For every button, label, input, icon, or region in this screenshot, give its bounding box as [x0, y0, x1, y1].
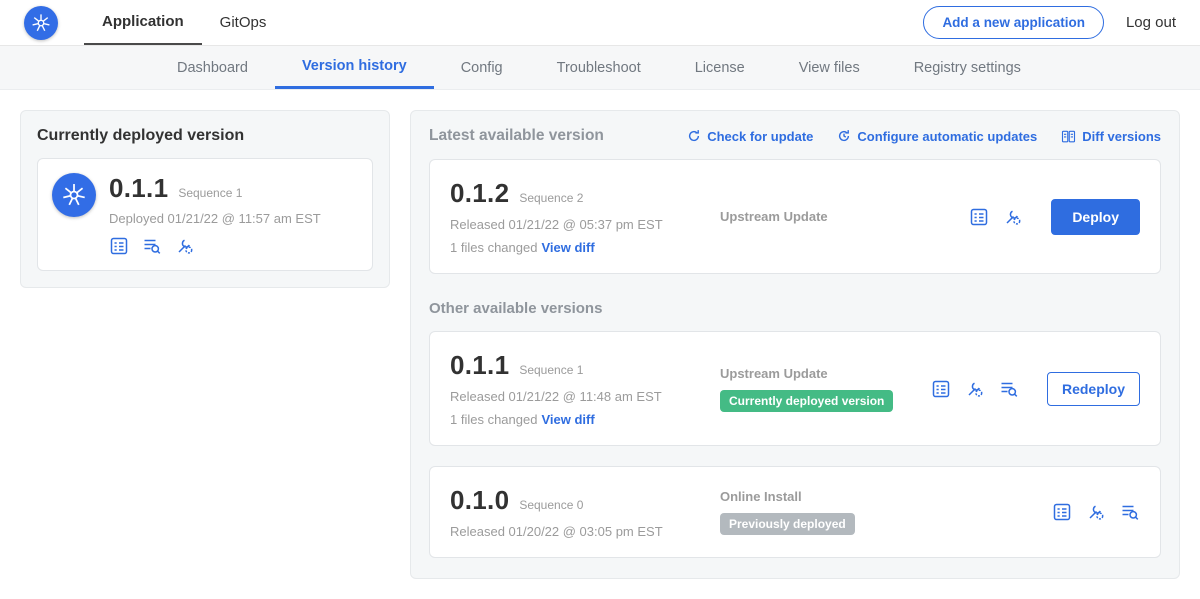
config-wrench-icon[interactable]: [175, 236, 195, 256]
diff-versions-label: Diff versions: [1082, 129, 1161, 144]
deployed-version-card: 0.1.1 Sequence 1 Deployed 01/21/22 @ 11:…: [37, 158, 373, 271]
release-notes-icon[interactable]: [969, 207, 989, 227]
release-notes-icon[interactable]: [931, 379, 951, 399]
deployed-sequence: Sequence 1: [178, 186, 242, 200]
version-row-0-1-1: 0.1.1 Sequence 1 Released 01/21/22 @ 11:…: [429, 331, 1161, 446]
subnav-version-history[interactable]: Version history: [275, 46, 434, 89]
version-source: Upstream Update: [720, 209, 969, 224]
preflight-checks-icon[interactable]: [1003, 207, 1023, 227]
other-versions-title: Other available versions: [429, 300, 1161, 317]
currently-deployed-panel: Currently deployed version: [20, 110, 390, 288]
version-info: 0.1.1 Sequence 1 Released 01/21/22 @ 11:…: [450, 350, 720, 427]
version-row-0-1-2: 0.1.2 Sequence 2 Released 01/21/22 @ 05:…: [429, 159, 1161, 274]
released-timestamp: Released 01/21/22 @ 11:48 am EST: [450, 389, 720, 404]
deployed-panel-title: Currently deployed version: [37, 127, 373, 145]
released-timestamp: Released 01/21/22 @ 05:37 pm EST: [450, 217, 720, 232]
available-versions-panel: Latest available version Check for updat…: [410, 110, 1180, 579]
configure-automatic-updates-link[interactable]: Configure automatic updates: [837, 129, 1037, 144]
source-label: Upstream Update: [720, 209, 969, 224]
app-subnav: Dashboard Version history Config Trouble…: [0, 46, 1200, 90]
version-number: 0.1.0: [450, 485, 509, 516]
version-sequence: Sequence 1: [519, 363, 583, 377]
version-row-actions: [1052, 502, 1140, 522]
topnav-right: Add a new application Log out: [923, 0, 1176, 45]
view-diff-link[interactable]: View diff: [541, 240, 594, 255]
subnav-view-files[interactable]: View files: [772, 46, 887, 89]
previously-deployed-badge: Previously deployed: [720, 513, 855, 535]
released-timestamp: Released 01/20/22 @ 03:05 pm EST: [450, 524, 720, 539]
deployed-version-info: 0.1.1 Sequence 1 Deployed 01/21/22 @ 11:…: [109, 173, 321, 256]
release-notes-icon[interactable]: [1052, 502, 1072, 522]
add-application-button[interactable]: Add a new application: [923, 6, 1104, 39]
deployed-icon-row: [109, 236, 321, 256]
version-sequence: Sequence 0: [519, 498, 583, 512]
top-navbar: Application GitOps Add a new application…: [0, 0, 1200, 46]
deploy-logs-icon[interactable]: [142, 236, 162, 256]
version-row-actions: Deploy: [969, 199, 1140, 235]
app-logo[interactable]: [24, 0, 58, 45]
subnav-license[interactable]: License: [668, 46, 772, 89]
logout-link[interactable]: Log out: [1126, 14, 1176, 31]
files-changed-line: 1 files changed View diff: [450, 240, 720, 255]
version-sequence: Sequence 2: [519, 191, 583, 205]
source-label: Online Install: [720, 489, 1052, 504]
available-title: Latest available version: [429, 127, 604, 145]
check-for-update-link[interactable]: Check for update: [687, 129, 813, 144]
deploy-button[interactable]: Deploy: [1051, 199, 1140, 235]
version-info: 0.1.0 Sequence 0 Released 01/20/22 @ 03:…: [450, 485, 720, 539]
subnav-config[interactable]: Config: [434, 46, 530, 89]
version-number: 0.1.2: [450, 178, 509, 209]
deploy-logs-icon[interactable]: [1120, 502, 1140, 522]
deployed-timestamp: Deployed 01/21/22 @ 11:57 am EST: [109, 211, 321, 226]
kubernetes-logo-icon: [24, 6, 58, 40]
files-changed-text: 1 files changed: [450, 240, 537, 255]
deploy-logs-icon[interactable]: [999, 379, 1019, 399]
version-source: Upstream Update Currently deployed versi…: [720, 366, 931, 412]
version-row-0-1-0: 0.1.0 Sequence 0 Released 01/20/22 @ 03:…: [429, 466, 1161, 558]
release-notes-icon[interactable]: [109, 236, 129, 256]
diff-icon: [1061, 129, 1076, 144]
available-header-actions: Check for update Configure automatic upd…: [687, 129, 1161, 144]
version-info: 0.1.2 Sequence 2 Released 01/21/22 @ 05:…: [450, 178, 720, 255]
version-source: Online Install Previously deployed: [720, 489, 1052, 535]
files-changed-text: 1 files changed: [450, 412, 537, 427]
source-label: Upstream Update: [720, 366, 931, 381]
kubernetes-app-icon: [52, 173, 96, 217]
configure-automatic-updates-label: Configure automatic updates: [857, 129, 1037, 144]
diff-versions-link[interactable]: Diff versions: [1061, 129, 1161, 144]
refresh-icon: [687, 129, 701, 143]
view-diff-link[interactable]: View diff: [541, 412, 594, 427]
subnav-dashboard[interactable]: Dashboard: [150, 46, 275, 89]
currently-deployed-badge: Currently deployed version: [720, 390, 893, 412]
version-number: 0.1.1: [450, 350, 509, 381]
preflight-checks-icon[interactable]: [1086, 502, 1106, 522]
tab-gitops[interactable]: GitOps: [202, 0, 285, 45]
preflight-checks-icon[interactable]: [965, 379, 985, 399]
check-for-update-label: Check for update: [707, 129, 813, 144]
version-row-actions: Redeploy: [931, 372, 1140, 406]
deployed-version-number: 0.1.1: [109, 173, 168, 204]
subnav-registry-settings[interactable]: Registry settings: [887, 46, 1048, 89]
main-content: Currently deployed version: [0, 90, 1200, 599]
available-header: Latest available version Check for updat…: [429, 127, 1161, 145]
files-changed-line: 1 files changed View diff: [450, 412, 720, 427]
auto-update-clock-icon: [837, 129, 851, 143]
redeploy-button[interactable]: Redeploy: [1047, 372, 1140, 406]
subnav-troubleshoot[interactable]: Troubleshoot: [530, 46, 668, 89]
tab-application[interactable]: Application: [84, 0, 202, 45]
